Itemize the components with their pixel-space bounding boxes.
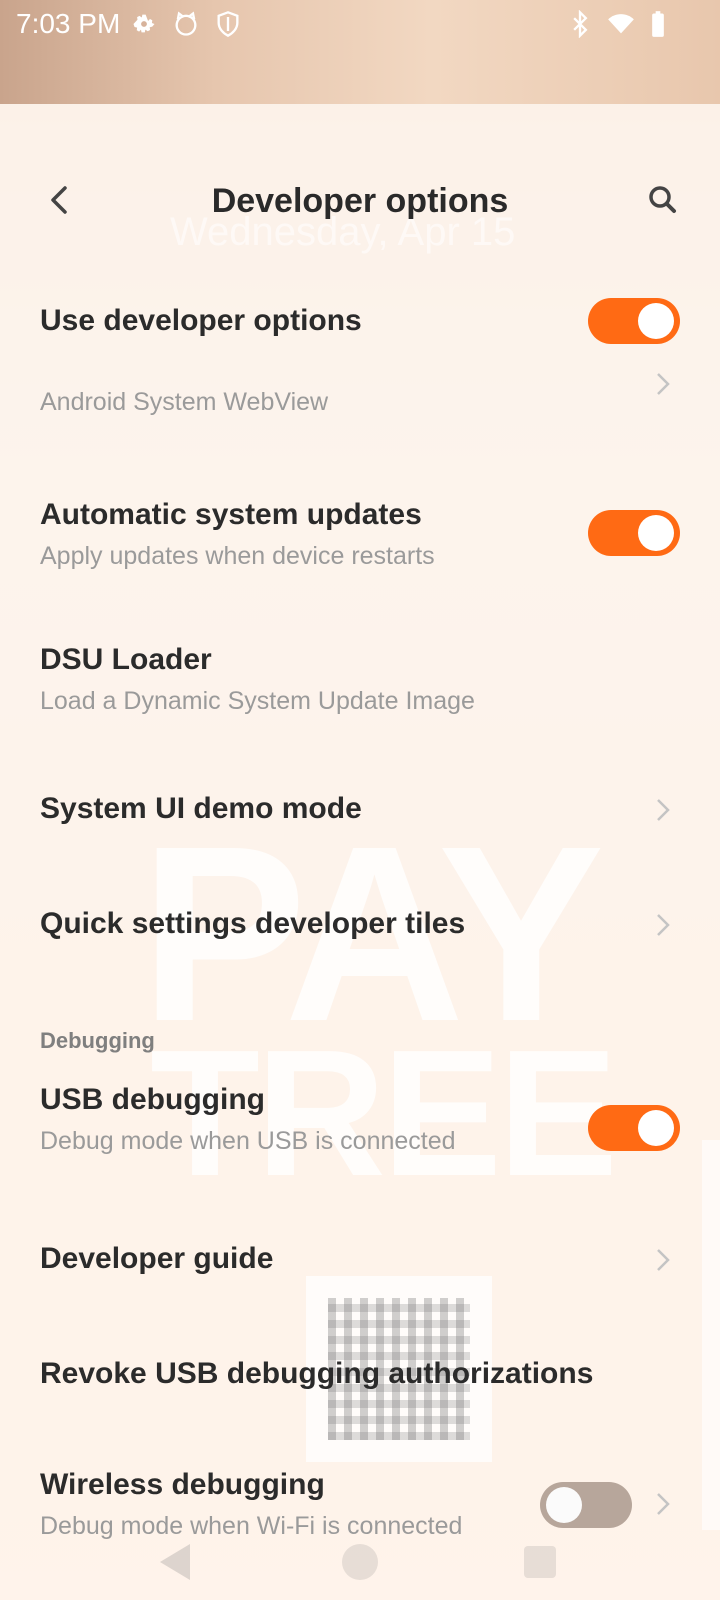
chevron-right-icon bbox=[657, 914, 670, 936]
system-ui-demo-mode-row[interactable]: System UI demo mode bbox=[0, 780, 720, 840]
nav-back-icon[interactable] bbox=[160, 1544, 190, 1580]
usb-debugging-row[interactable]: USB debugging Debug mode when USB is con… bbox=[0, 1075, 720, 1165]
debugging-section-header: Debugging bbox=[40, 1028, 155, 1053]
search-icon bbox=[649, 186, 676, 213]
automatic-system-updates-row[interactable]: Automatic system updates Apply updates w… bbox=[0, 490, 720, 580]
cat-face-icon bbox=[172, 10, 200, 38]
search-button[interactable] bbox=[643, 180, 683, 220]
quick-settings-developer-tiles-row[interactable]: Quick settings developer tiles bbox=[0, 895, 720, 955]
webview-implementation-subtitle: Android System WebView bbox=[40, 388, 329, 416]
system-ui-demo-mode-title: System UI demo mode bbox=[40, 792, 362, 825]
dsu-loader-title: DSU Loader bbox=[40, 643, 212, 676]
status-time: 7:03 PM bbox=[16, 8, 121, 39]
dsu-loader-row[interactable]: DSU Loader Load a Dynamic System Update … bbox=[0, 635, 720, 725]
wireless-debugging-toggle[interactable] bbox=[540, 1482, 632, 1528]
automatic-system-updates-title: Automatic system updates bbox=[40, 498, 422, 531]
gear-icon bbox=[130, 10, 158, 38]
usb-debugging-title: USB debugging bbox=[40, 1083, 265, 1116]
chevron-right-icon bbox=[657, 799, 670, 821]
wifi-icon bbox=[606, 10, 634, 38]
automatic-system-updates-subtitle: Apply updates when device restarts bbox=[40, 542, 435, 570]
nav-recents-icon[interactable] bbox=[524, 1546, 556, 1578]
quick-settings-developer-tiles-title: Quick settings developer tiles bbox=[40, 907, 466, 940]
bluetooth-icon bbox=[566, 9, 594, 39]
nav-home-icon[interactable] bbox=[342, 1544, 378, 1580]
battery-icon bbox=[644, 10, 672, 38]
use-developer-options-toggle[interactable] bbox=[588, 298, 680, 344]
revoke-usb-debugging-row[interactable]: Revoke USB debugging authorizations bbox=[0, 1345, 720, 1405]
shield-icon bbox=[214, 10, 242, 38]
use-developer-options-row[interactable]: Use developer options bbox=[0, 290, 720, 360]
app-bar: Developer options bbox=[0, 160, 720, 250]
automatic-system-updates-toggle[interactable] bbox=[588, 510, 680, 556]
usb-debugging-subtitle: Debug mode when USB is connected bbox=[40, 1127, 456, 1155]
navigation-bar bbox=[0, 1530, 720, 1600]
chevron-right-icon bbox=[657, 373, 670, 395]
revoke-usb-debugging-title: Revoke USB debugging authorizations bbox=[40, 1357, 594, 1390]
dsu-loader-subtitle: Load a Dynamic System Update Image bbox=[40, 687, 475, 715]
chevron-right-icon bbox=[657, 1493, 670, 1515]
usb-debugging-toggle[interactable] bbox=[588, 1105, 680, 1151]
page-title: Developer options bbox=[211, 182, 509, 220]
developer-guide-title: Developer guide bbox=[40, 1242, 274, 1275]
chevron-right-icon bbox=[657, 1249, 670, 1271]
webview-implementation-row[interactable]: Android System WebView bbox=[0, 360, 720, 430]
use-developer-options-title: Use developer options bbox=[40, 304, 362, 337]
developer-guide-row[interactable]: Developer guide bbox=[0, 1230, 720, 1290]
status-bar: 7:03 PM bbox=[0, 0, 720, 50]
wireless-debugging-title: Wireless debugging bbox=[40, 1468, 325, 1501]
